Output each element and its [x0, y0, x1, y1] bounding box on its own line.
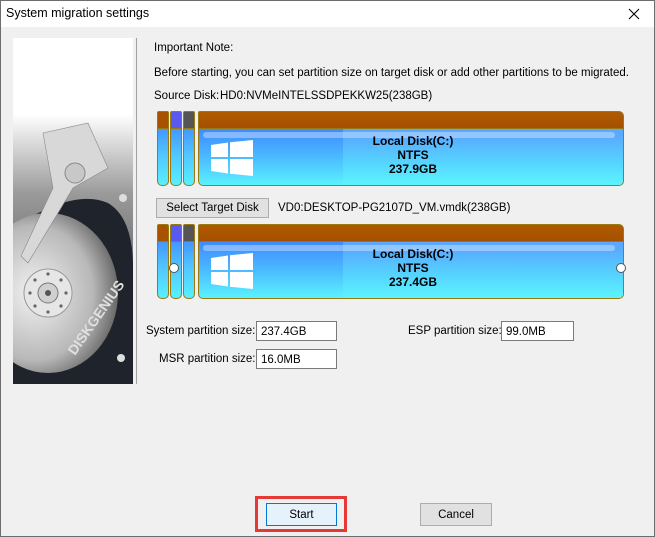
target-partition-small-1[interactable] — [157, 224, 169, 299]
partition-fs: NTFS — [397, 261, 429, 275]
target-disk-map: Local Disk(C:) NTFS 237.4GB — [157, 224, 626, 299]
partition-cap — [199, 112, 623, 129]
cancel-button[interactable]: Cancel — [420, 503, 492, 526]
title-bar: System migration settings — [1, 1, 654, 27]
target-disk-value: VD0:DESKTOP-PG2107D_VM.vmdk(238GB) — [278, 202, 511, 214]
esp-partition-size-input[interactable]: 99.0MB — [501, 321, 574, 341]
vertical-divider — [136, 38, 137, 384]
partition-cap — [199, 225, 623, 242]
source-disk-label: Source Disk: — [154, 90, 220, 102]
partition-cap — [184, 225, 194, 242]
esp-partition-size-label: ESP partition size: — [408, 325, 502, 337]
target-partition-small-2[interactable] — [170, 224, 182, 299]
msr-partition-size-input[interactable]: 16.0MB — [256, 349, 337, 369]
resize-handle-left[interactable] — [169, 263, 179, 273]
select-target-disk-button[interactable]: Select Target Disk — [156, 198, 269, 218]
hard-drive-illustration: DISKGENIUS — [13, 38, 133, 384]
partition-name: Local Disk(C:) — [372, 134, 454, 148]
partition-cap — [158, 112, 168, 129]
diskgenius-banner-image: DISKGENIUS — [13, 38, 133, 384]
source-disk-value: HD0:NVMeINTELSSDPEKKW25(238GB) — [220, 90, 433, 102]
partition-cap — [171, 112, 181, 129]
partition-cap — [171, 225, 181, 242]
source-partition-main[interactable]: Local Disk(C:) NTFS 237.9GB — [198, 111, 624, 186]
window-title: System migration settings — [6, 6, 150, 20]
windows-logo-icon — [211, 140, 253, 176]
source-partition-small-1[interactable] — [157, 111, 169, 186]
target-partition-small-3[interactable] — [183, 224, 195, 299]
partition-info: Local Disk(C:) NTFS 237.4GB — [343, 247, 483, 289]
system-partition-size-input[interactable]: 237.4GB — [256, 321, 337, 341]
source-partition-small-3[interactable] — [183, 111, 195, 186]
important-note-heading: Important Note: — [154, 42, 234, 54]
partition-name: Local Disk(C:) — [372, 247, 454, 261]
source-partition-small-2[interactable] — [170, 111, 182, 186]
resize-handle-right[interactable] — [616, 263, 626, 273]
partition-fs: NTFS — [397, 148, 429, 162]
important-note-text: Before starting, you can set partition s… — [154, 67, 629, 79]
partition-info: Local Disk(C:) NTFS 237.9GB — [343, 134, 483, 176]
windows-logo-icon — [211, 253, 253, 289]
msr-partition-size-label: MSR partition size: — [159, 353, 256, 365]
source-disk-map: Local Disk(C:) NTFS 237.9GB — [157, 111, 624, 186]
system-partition-size-label: System partition size: — [146, 325, 256, 337]
close-icon — [628, 8, 640, 20]
dialog-window: System migration settings DISKGENIUS Imp… — [0, 0, 655, 537]
partition-size: 237.4GB — [388, 275, 438, 289]
start-button[interactable]: Start — [266, 503, 337, 526]
partition-size: 237.9GB — [388, 162, 438, 176]
partition-cap — [184, 112, 194, 129]
target-partition-main[interactable]: Local Disk(C:) NTFS 237.4GB — [198, 224, 624, 299]
partition-cap — [158, 225, 168, 242]
close-button[interactable] — [614, 1, 654, 27]
